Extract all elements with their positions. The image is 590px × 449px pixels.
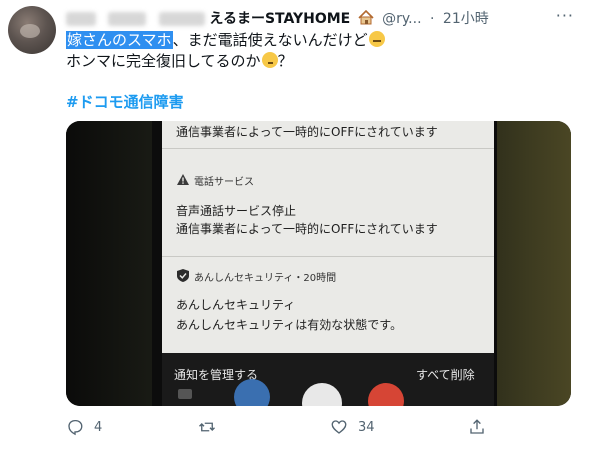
like-button[interactable]: 34 xyxy=(330,418,375,436)
like-count: 34 xyxy=(358,419,375,435)
tweet-card[interactable]: えるまーSTAYHOME @ry... · 21小時 ··· 嫁さんのスマホ、ま… xyxy=(0,0,590,449)
expressionless-emoji-icon xyxy=(368,31,385,47)
notification-line-top: 通信事業者によって一時的にOFFにされています xyxy=(176,125,438,139)
tweet-actions: 4 34 xyxy=(66,418,576,440)
avatar[interactable] xyxy=(8,6,56,54)
blurred-name-part xyxy=(108,12,147,26)
photo-background-left xyxy=(66,121,166,406)
retweet-button[interactable] xyxy=(198,418,216,436)
reply-icon xyxy=(68,419,83,436)
tweet-header: えるまーSTAYHOME @ry... · 21小時 xyxy=(66,8,586,28)
more-options-icon[interactable]: ··· xyxy=(556,6,574,25)
share-icon xyxy=(470,419,484,434)
blurred-name-part xyxy=(66,12,96,26)
warning-icon xyxy=(177,174,189,185)
hashtag-link[interactable]: #ドコモ通信障害 xyxy=(66,91,184,112)
notification-divider xyxy=(162,148,494,149)
author-handle[interactable]: @ry... xyxy=(382,11,421,27)
shield-icon xyxy=(177,269,189,282)
heart-icon xyxy=(331,420,347,434)
reply-count: 4 xyxy=(94,419,103,435)
tweet-text: 嫁さんのスマホ、まだ電話使えないんだけど ホンマに完全復旧してるのか ？ xyxy=(66,30,576,72)
tweet-timestamp[interactable]: 21小時 xyxy=(443,11,489,27)
phone-service-line2: 通信事業者によって一時的にOFFにされています xyxy=(176,222,438,236)
tweet-text-line2-end: ？ xyxy=(277,52,293,70)
notification-divider xyxy=(162,256,494,257)
app-dock-icon xyxy=(178,389,192,399)
blurred-name-part xyxy=(158,12,205,26)
author-name[interactable]: えるまーSTAYHOME xyxy=(209,11,350,27)
security-line2: あんしんセキュリティは有効な状態です。 xyxy=(176,318,403,332)
clear-all-label: すべて削除 xyxy=(416,368,475,382)
thinking-face-emoji-icon xyxy=(261,52,278,68)
phone-service-title: 電話サービス xyxy=(194,177,254,188)
tweet-text-line2: ホンマに完全復旧してるのか xyxy=(66,52,261,70)
reply-button[interactable]: 4 xyxy=(66,418,102,436)
separator-dot: · xyxy=(430,11,435,27)
tweet-text-line1: 、まだ電話使えないんだけど xyxy=(172,31,368,49)
house-icon xyxy=(358,9,374,29)
security-title: あんしんセキュリティ・20時間 xyxy=(194,273,337,284)
highlighted-text: 嫁さんのスマホ xyxy=(66,31,173,49)
retweet-icon xyxy=(199,422,215,432)
phone-service-line1: 音声通話サービス停止 xyxy=(176,204,297,218)
tweet-media-photo[interactable]: 通信事業者によって一時的にOFFにされています 電話サービス 音声通話サービス停… xyxy=(66,121,571,406)
share-button[interactable] xyxy=(468,418,486,436)
security-line1: あんしんセキュリティ xyxy=(176,298,296,312)
